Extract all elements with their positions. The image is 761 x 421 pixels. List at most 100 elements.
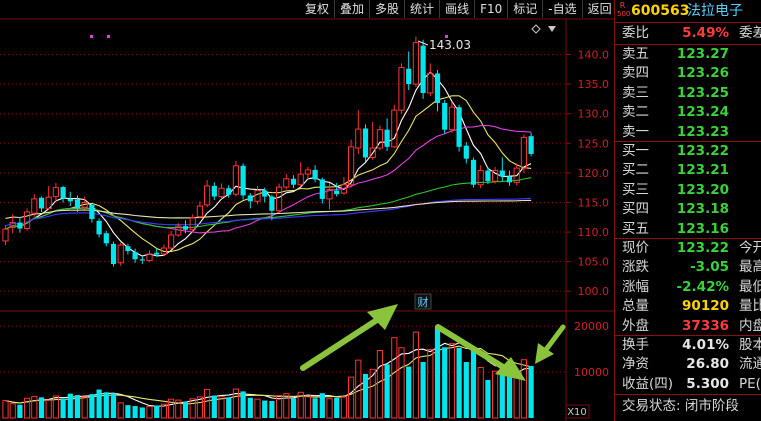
volume-bar-down — [96, 389, 102, 418]
ask-label: 卖五 — [622, 46, 649, 62]
stat2-label2: 股本 — [739, 337, 761, 353]
ma5-line — [5, 71, 532, 257]
price-tick-label: 135.0 — [578, 78, 610, 91]
volume-bar-down — [470, 347, 477, 418]
candle-body-up — [52, 187, 59, 198]
volume-bar-up — [513, 372, 520, 419]
volume-bar-up — [218, 395, 225, 419]
stat2-label: 收益(四) — [622, 375, 674, 392]
margin-flag-badge: R 500 — [617, 1, 630, 20]
volume-bar-up — [9, 403, 16, 419]
stat-row: 涨跌 -3.05 最高 — [615, 258, 761, 277]
candle-body-down — [470, 159, 477, 185]
volume-bar-up — [81, 396, 88, 419]
stat2-row: 换手 4.01% 股本 — [615, 336, 761, 355]
volume-bar-up — [427, 349, 434, 419]
candle-body-down — [334, 190, 340, 195]
candle-body-down — [139, 259, 145, 261]
candle-body-down — [110, 243, 117, 265]
candle-body-up — [276, 186, 283, 212]
candle-body-down — [132, 252, 138, 260]
volume-bar-down — [103, 392, 109, 418]
volume-bar-up — [146, 406, 153, 419]
volume-bar-down — [226, 397, 232, 418]
vol-ma10-line — [5, 345, 532, 405]
flag-top: R — [619, 1, 626, 10]
volume-bar-up — [254, 398, 261, 419]
stat-row: 现价 123.22 今开 — [615, 239, 761, 258]
volume-bar-up — [45, 399, 52, 419]
candle-body-up — [168, 234, 175, 249]
stat2-value: 5.300 — [686, 375, 729, 392]
stat2-label2: PE(动) — [739, 375, 761, 392]
stat2-row: 净资 26.80 流通 — [615, 355, 761, 374]
diamond-icon[interactable] — [531, 24, 541, 34]
volume-bar-up — [391, 337, 398, 419]
stat-label: 总量 — [622, 298, 649, 315]
candle-body-down — [485, 170, 491, 182]
divider — [615, 394, 761, 395]
stat-label2: 量比 — [739, 298, 761, 315]
ask-label: 卖四 — [622, 65, 649, 82]
finance-marker[interactable]: 财 — [418, 295, 429, 309]
price-tick-label: 115.0 — [578, 196, 610, 209]
bid-label: 买三 — [622, 181, 649, 198]
bid-row: 买一 123.22 — [615, 142, 761, 161]
volume-bar-down — [434, 326, 441, 418]
volume-bar-down — [319, 393, 325, 418]
stat-row: 涨幅 -2.42% 最低 — [615, 278, 761, 297]
candle-body-up — [412, 42, 419, 85]
volume-bar-up — [2, 400, 9, 419]
collapse-triangle-icon[interactable] — [548, 26, 556, 32]
moving-average-lines — [5, 71, 532, 257]
volume-bar-down — [74, 395, 81, 418]
ask-value: 123.24 — [676, 104, 729, 121]
bid-value: 123.21 — [676, 162, 729, 179]
stat-label2: 最低 — [739, 278, 761, 295]
candle-body-down — [211, 185, 217, 197]
stat2-row: 收益(四) 5.300 PE(动) — [615, 375, 761, 394]
candle-body-up — [254, 190, 261, 202]
volume-bar-down — [125, 405, 131, 418]
bid-label: 买二 — [622, 162, 649, 179]
volume-bar-down — [154, 405, 160, 418]
candle-body-up — [24, 211, 31, 230]
volume-bar-down — [463, 361, 469, 418]
stat-value: 90120 — [682, 298, 729, 315]
stat-value: 123.22 — [676, 240, 729, 256]
volume-bar-down — [89, 394, 95, 418]
volume-bar-down — [247, 397, 253, 418]
candle-body-down — [240, 165, 246, 196]
volume-bar-up — [304, 395, 311, 419]
volume-tick-label: 10000 — [574, 366, 609, 379]
trend-arrow-down — [435, 324, 526, 381]
candle-body-down — [89, 204, 95, 220]
candle-body-up — [398, 67, 405, 111]
candle-body-up — [427, 72, 434, 94]
trend-arrow-up — [300, 304, 398, 371]
stat-label2: 内盘 — [739, 317, 761, 334]
candle-body-down — [67, 198, 73, 202]
ma20-line — [5, 124, 532, 234]
volume-bar-down — [442, 347, 448, 418]
candle-body-down — [420, 45, 426, 93]
volume-bar-down — [262, 400, 268, 418]
candle-body-down — [290, 178, 297, 185]
volume-bar-down — [334, 397, 340, 418]
marker-dot — [90, 35, 93, 38]
ma10-line — [5, 95, 532, 253]
volume-bar-down — [290, 398, 297, 418]
candlestick-chart[interactable]: 100.0 105.0 110.0 115.0 120.0 125.0 130.0 135.0… — [0, 0, 614, 421]
candle-body-down — [312, 169, 318, 180]
volume-bar-down — [110, 393, 117, 418]
price-tick-label: 100.0 — [578, 285, 610, 298]
price-tick-label: 140.0 — [578, 49, 610, 62]
stock-code: 600563 — [631, 3, 690, 19]
stat-value: 37336 — [682, 317, 729, 334]
stat-label: 涨跌 — [622, 259, 649, 276]
candle-body-up — [196, 205, 204, 218]
price-tick-label: 130.0 — [578, 108, 610, 121]
marker-dot — [107, 35, 110, 38]
candle-body-up — [2, 228, 9, 242]
ma60-line — [5, 177, 532, 230]
